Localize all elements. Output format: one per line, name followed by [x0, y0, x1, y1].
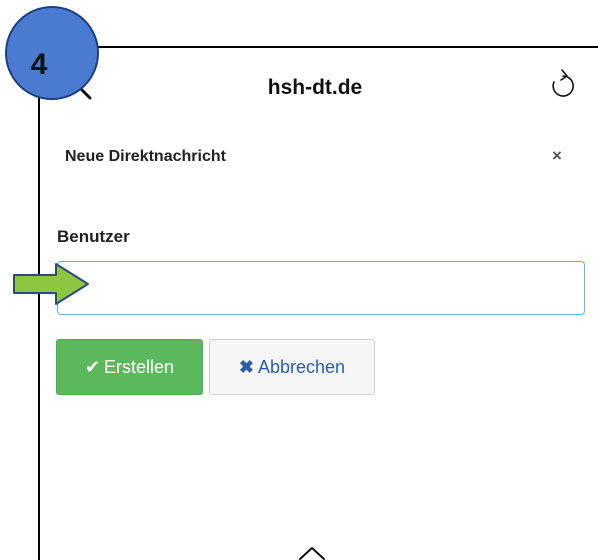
dialog-title: Neue Direktnachricht	[65, 148, 226, 165]
site-title: hsh-dt.de	[267, 76, 363, 99]
reload-icon[interactable]	[548, 68, 576, 102]
create-button[interactable]: ✔ Erstellen	[56, 339, 203, 395]
chevron-up-icon[interactable]	[297, 546, 327, 560]
close-icon[interactable]: ×	[552, 146, 562, 166]
create-button-label: Erstellen	[104, 356, 175, 377]
pointing-arrow-icon	[13, 263, 89, 305]
check-icon: ✔	[84, 356, 101, 377]
frame-border-top	[95, 46, 598, 48]
cancel-button-label: Abbrechen	[258, 356, 346, 377]
user-field-label: Benutzer	[57, 227, 130, 246]
cancel-button[interactable]: ✖ Abbrechen	[209, 339, 375, 395]
x-icon: ✖	[238, 356, 254, 377]
frame-border-left	[38, 75, 40, 560]
user-input[interactable]	[57, 261, 585, 315]
